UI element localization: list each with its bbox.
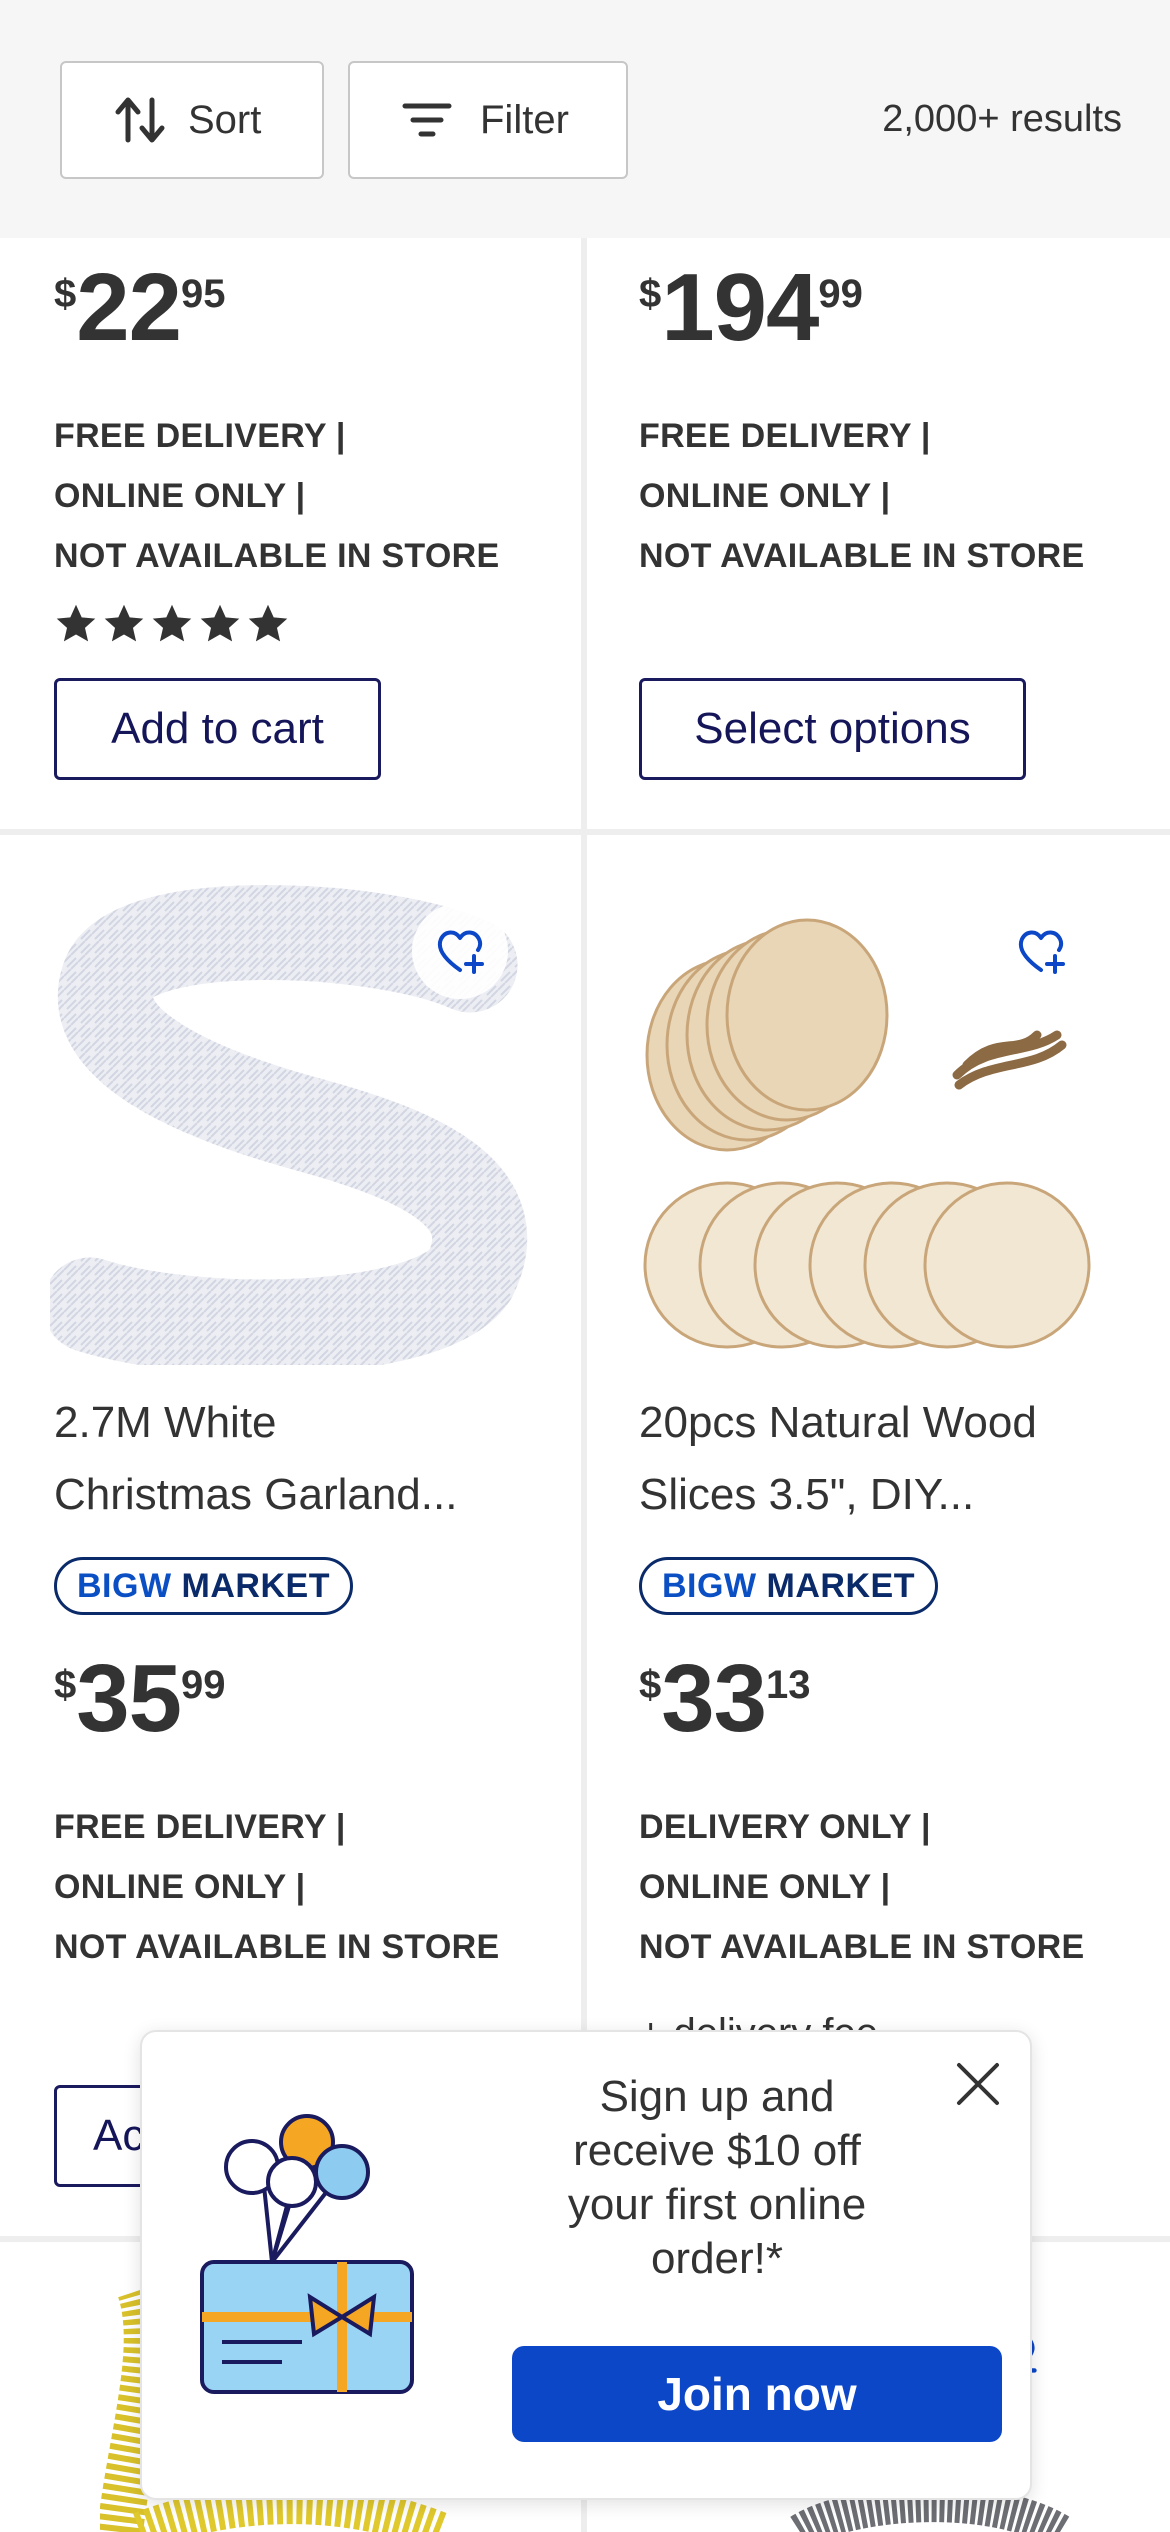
product-price: $ 33 13 [639,1645,811,1752]
sort-arrows-icon [114,94,166,146]
sort-button[interactable]: Sort [60,61,324,179]
rating-stars [54,602,290,646]
delivery-info: FREE DELIVERY | ONLINE ONLY | NOT AVAILA… [54,417,500,575]
product-card[interactable]: 20pcs Natural Wood Slices 3.5", DIY... B… [587,835,1168,2236]
product-card[interactable]: 2.7M White Christmas Garland... BIGW MAR… [0,835,581,2236]
add-to-wishlist-button[interactable] [412,903,508,999]
star-icon [248,604,288,642]
signup-popup: Sign up and receive $10 off your first o… [140,2030,1032,2500]
delivery-info: DELIVERY ONLY | ONLINE ONLY | NOT AVAILA… [639,1808,1085,1966]
signup-message: Sign up and receive $10 off your first o… [567,2072,867,2283]
delivery-info: FREE DELIVERY | ONLINE ONLY | NOT AVAILA… [54,1808,500,1966]
join-now-button[interactable]: Join now [512,2346,1002,2442]
add-to-cart-button[interactable]: Add to cart [54,678,381,780]
product-price: $ 194 99 [639,254,863,361]
sort-label: Sort [188,97,262,142]
product-card[interactable]: $ 22 95 FREE DELIVERY | ONLINE ONLY | NO… [0,238,581,829]
star-icon [56,604,96,642]
results-count: 2,000+ results [882,98,1122,140]
star-icon [104,604,144,642]
select-options-button[interactable]: Select options [639,678,1026,780]
close-icon [957,2063,999,2105]
bigw-market-badge: BIGW MARKET [639,1557,938,1615]
filter-button[interactable]: Filter [348,61,628,179]
close-popup-button[interactable] [948,2054,1008,2114]
heart-plus-icon [437,930,484,974]
product-title[interactable]: 20pcs Natural Wood Slices 3.5", DIY... [639,1387,1139,1531]
product-price: $ 35 99 [54,1645,226,1752]
star-icon [152,604,192,642]
heart-plus-icon [1018,930,1065,974]
product-title[interactable]: 2.7M White Christmas Garland... [54,1387,554,1531]
product-price: $ 22 95 [54,254,226,361]
sort-filter-toolbar: Sort Filter 2,000+ results [0,0,1170,238]
product-card[interactable]: $ 194 99 FREE DELIVERY | ONLINE ONLY | N… [587,238,1168,829]
add-to-wishlist-button[interactable] [993,903,1089,999]
star-icon [200,604,240,642]
filter-label: Filter [480,97,569,142]
gift-card-balloons-illustration [192,2112,452,2412]
bigw-market-badge: BIGW MARKET [54,1557,353,1615]
delivery-info: FREE DELIVERY | ONLINE ONLY | NOT AVAILA… [639,417,1085,575]
filter-lines-icon [402,100,452,140]
